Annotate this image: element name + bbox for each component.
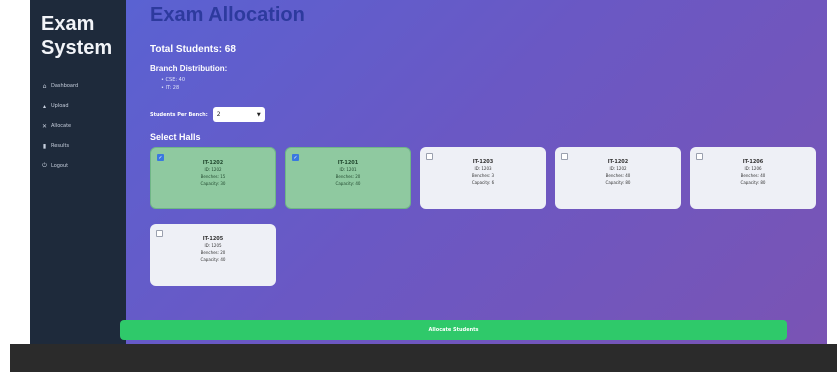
checkbox[interactable] [696, 153, 703, 160]
sidebar-item-label: Dashboard [51, 83, 79, 89]
sidebar-item-dashboard[interactable]: ⌂ Dashboard [41, 76, 126, 96]
hall-benches: Benches: 3 [471, 173, 495, 178]
results-icon: ▮ [42, 142, 47, 150]
select-value: 2 [216, 111, 221, 118]
hall-card[interactable]: ✓ IT-1201 ID: 1201 Benches: 20 Capacity:… [285, 147, 411, 209]
sidebar-item-label: Results [51, 143, 70, 149]
hall-capacity: Capacity: 6 [471, 180, 495, 185]
students-per-bench-select[interactable]: 2 ▼ [212, 107, 265, 122]
hall-card[interactable]: IT-1206 ID: 1206 Benches: 40 Capacity: 8… [690, 147, 816, 209]
allocate-students-button[interactable]: Allocate Students [120, 320, 787, 340]
checkbox[interactable] [426, 153, 433, 160]
brand-line-1: Exam [41, 13, 95, 35]
checkbox[interactable]: ✓ [292, 154, 299, 161]
main-content: Exam Allocation Total Students: 68 Branc… [126, 0, 827, 346]
sidebar-item-label: Allocate [51, 123, 72, 129]
hall-benches: Benches: 15 [200, 174, 226, 179]
sidebar-item-label: Logout [51, 163, 69, 169]
select-halls-heading: Select Halls [150, 132, 201, 142]
hall-id: ID: 1202 [609, 166, 627, 171]
checkbox[interactable] [561, 153, 568, 160]
students-per-bench-row: Students Per Bench: 2 ▼ [150, 107, 817, 122]
logout-icon: ⏻ [42, 162, 47, 169]
sidebar-item-upload[interactable]: ▴ Upload [41, 96, 126, 116]
branch-item-cse: • CSE: 40 [161, 77, 186, 83]
sidebar: Exam System ⌂ Dashboard ▴ Upload ✕ Alloc… [30, 0, 126, 346]
hall-benches: Benches: 40 [740, 173, 766, 178]
allocate-icon: ✕ [41, 122, 48, 130]
checkbox[interactable]: ✓ [157, 154, 164, 161]
hall-capacity: Capacity: 80 [605, 180, 631, 185]
hall-benches: Benches: 20 [200, 250, 226, 255]
sidebar-item-allocate[interactable]: ✕ Allocate [41, 116, 126, 136]
hall-capacity: Capacity: 40 [200, 257, 226, 262]
branch-distribution-title: Branch Distribution: [150, 64, 228, 73]
hall-id: ID: 1205 [204, 243, 222, 248]
hall-id: ID: 1202 [204, 167, 222, 172]
brand-line-2: System [41, 37, 113, 59]
chevron-down-icon: ▼ [256, 111, 261, 118]
sidebar-item-label: Upload [51, 103, 69, 109]
hall-capacity: Capacity: 80 [740, 180, 766, 185]
checkbox[interactable] [156, 230, 163, 237]
hall-capacity: Capacity: 30 [200, 181, 226, 186]
app-brand: Exam System [41, 12, 126, 60]
sidebar-item-logout[interactable]: ⏻ Logout [41, 156, 126, 176]
hall-card[interactable]: IT-1205 ID: 1205 Benches: 20 Capacity: 4… [150, 224, 276, 286]
sidebar-nav: ⌂ Dashboard ▴ Upload ✕ Allocate ▮ Result… [41, 76, 126, 176]
branch-list: • CSE: 40 • IT: 28 [161, 76, 817, 92]
page-title: Exam Allocation [150, 4, 305, 26]
upload-icon: ▴ [42, 102, 46, 110]
hall-card[interactable]: ✓ IT-1202 ID: 1202 Benches: 15 Capacity:… [150, 147, 276, 209]
hall-capacity: Capacity: 40 [335, 181, 361, 186]
hall-id: ID: 1203 [474, 166, 492, 171]
hall-benches: Benches: 20 [335, 174, 361, 179]
sidebar-item-results[interactable]: ▮ Results [41, 136, 126, 156]
app-window: Exam System ⌂ Dashboard ▴ Upload ✕ Alloc… [30, 0, 827, 346]
home-icon: ⌂ [42, 82, 47, 90]
hall-benches: Benches: 40 [605, 173, 631, 178]
hall-card[interactable]: IT-1202 ID: 1202 Benches: 40 Capacity: 8… [555, 147, 681, 209]
students-per-bench-label: Students Per Bench: [150, 111, 208, 118]
hall-card[interactable]: IT-1203 ID: 1203 Benches: 3 Capacity: 6 [420, 147, 546, 209]
hall-id: ID: 1201 [339, 167, 357, 172]
hall-grid: ✓ IT-1202 ID: 1202 Benches: 15 Capacity:… [150, 147, 817, 287]
branch-item-it: • IT: 28 [161, 85, 180, 91]
hall-id: ID: 1206 [744, 166, 762, 171]
bottom-bar [10, 344, 837, 372]
total-students: Total Students: 68 [150, 44, 236, 55]
